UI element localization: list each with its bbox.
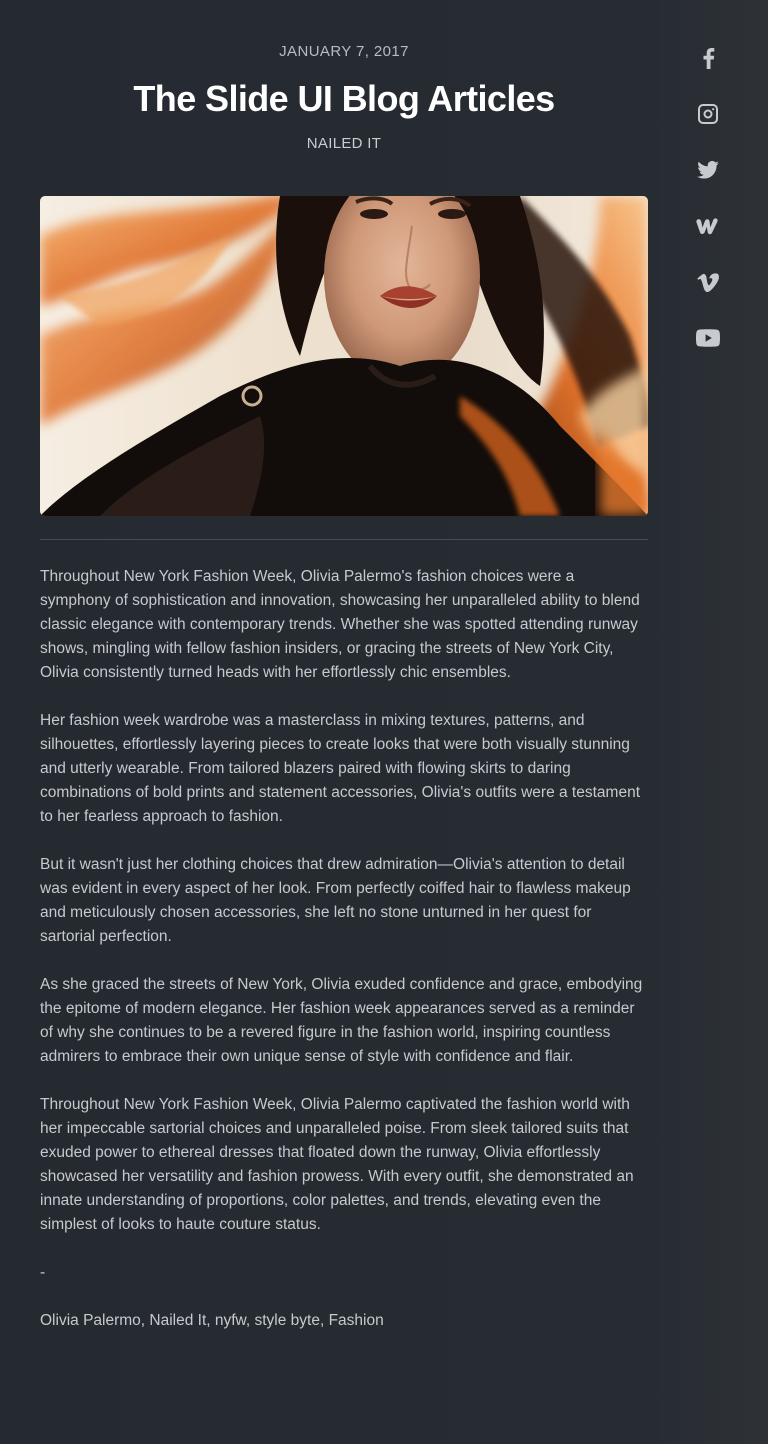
article-paragraph: As she graced the streets of New York, O… [40,976,643,1065]
article-body: Throughout New York Fashion Week, Olivia… [40,565,648,1333]
vimeo-icon[interactable] [694,268,722,296]
post-category-link[interactable]: NAILED IT [40,135,648,153]
article-column: JANUARY 7, 2017 The Slide UI Blog Articl… [40,0,648,1357]
article-paragraph: Throughout New York Fashion Week, Olivia… [40,1096,634,1233]
separator-text: - [40,1264,46,1281]
tags-list[interactable]: Olivia Palermo, Nailed It, nyfw, style b… [40,1309,648,1333]
page-title: The Slide UI Blog Articles [133,78,555,119]
youtube-icon[interactable] [694,324,722,352]
content-divider [40,539,648,540]
instagram-icon[interactable] [694,100,722,128]
facebook-icon[interactable] [694,44,722,72]
article-paragraph: Throughout New York Fashion Week, Olivia… [40,568,640,681]
social-links [694,44,722,380]
article-paragraph: But it wasn't just her clothing choices … [40,856,631,945]
blog-page: JANUARY 7, 2017 The Slide UI Blog Articl… [0,0,768,1444]
hero-image [40,196,648,516]
wattpad-icon[interactable] [694,212,722,240]
post-date: JANUARY 7, 2017 [279,43,409,60]
twitter-icon[interactable] [694,156,722,184]
article-paragraph: Her fashion week wardrobe was a mastercl… [40,712,640,825]
